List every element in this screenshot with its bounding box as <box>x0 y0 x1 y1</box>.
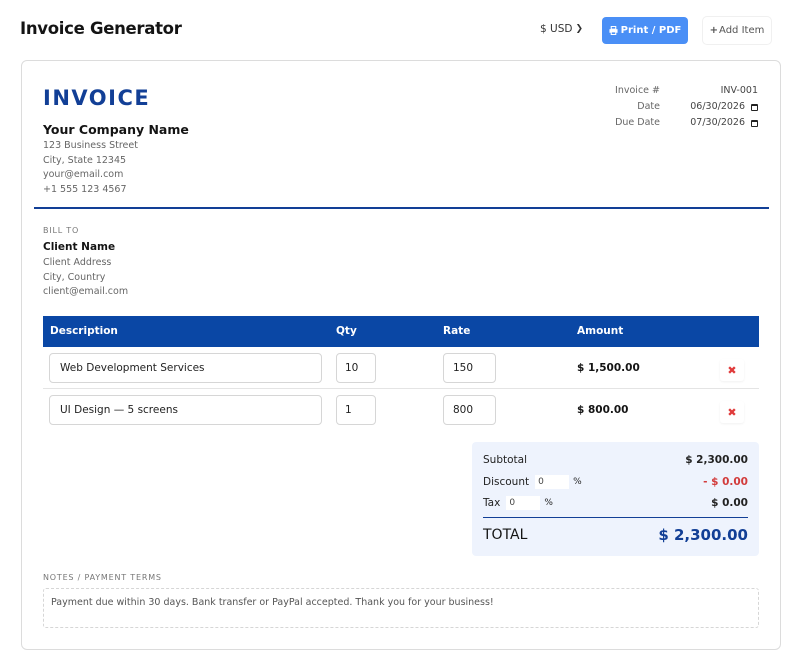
invoice-number-field[interactable]: INV-001 <box>670 83 758 99</box>
rate-input[interactable]: 800 <box>443 395 496 425</box>
app-title: Invoice Generator <box>20 19 182 38</box>
qty-input[interactable]: 10 <box>336 353 376 383</box>
close-icon: ✖ <box>727 405 737 419</box>
due-date-label: Due Date <box>615 117 660 128</box>
company-email[interactable]: your@email.com <box>43 168 138 183</box>
printer-icon <box>609 26 618 35</box>
subtotal-row: Subtotal $ 2,300.00 <box>483 454 748 466</box>
column-header-amount: Amount <box>577 325 624 337</box>
invoice-number-label: Invoice # <box>615 85 660 96</box>
date-label: Date <box>637 101 660 112</box>
invoice-title: INVOICE <box>43 86 151 110</box>
notes-textarea[interactable]: Payment due within 30 days. Bank transfe… <box>43 588 759 628</box>
column-header-description: Description <box>50 325 118 337</box>
client-name[interactable]: Client Name <box>43 241 115 253</box>
discount-label: Discount <box>483 476 530 488</box>
tax-row: Tax 0 % $ 0.00 <box>483 496 748 510</box>
row-amount: $ 1,500.00 <box>577 362 640 374</box>
bill-to-label: BILL TO <box>43 226 80 235</box>
plus-icon: + <box>709 25 719 36</box>
invoice-meta-labels: Invoice # Date Due Date <box>592 83 660 131</box>
company-details: 123 Business Street City, State 12345 yo… <box>43 139 138 197</box>
discount-row: Discount 0 % - $ 0.00 <box>483 475 748 489</box>
total-value: $ 2,300.00 <box>658 526 748 544</box>
tax-percent-input[interactable]: 0 <box>506 496 541 510</box>
table-row: Web Development Services 10 150 $ 1,500.… <box>43 347 759 389</box>
print-pdf-button[interactable]: Print / PDF <box>602 17 688 44</box>
add-item-button[interactable]: + Add Item <box>703 17 771 44</box>
calendar-icon[interactable] <box>751 119 758 127</box>
remove-row-button[interactable]: ✖ <box>720 401 744 423</box>
company-city[interactable]: City, State 12345 <box>43 154 138 169</box>
remove-row-button[interactable]: ✖ <box>720 359 744 381</box>
items-table-header: Description Qty Rate Amount <box>43 316 759 347</box>
date-value: 06/30/2026 <box>690 101 745 112</box>
totals-divider <box>483 517 748 518</box>
table-row: UI Design — 5 screens 1 800 $ 800.00 ✖ <box>43 389 759 431</box>
rate-input[interactable]: 150 <box>443 353 496 383</box>
header-divider <box>34 207 769 209</box>
company-name[interactable]: Your Company Name <box>43 122 189 137</box>
close-icon: ✖ <box>727 363 737 377</box>
discount-value: - $ 0.00 <box>703 476 748 488</box>
client-details: Client Address City, Country client@emai… <box>43 256 128 300</box>
column-header-qty: Qty <box>336 325 357 337</box>
discount-percent-input[interactable]: 0 <box>535 475 570 489</box>
date-field[interactable]: 06/30/2026 <box>670 99 758 115</box>
subtotal-label: Subtotal <box>483 454 527 466</box>
notes-label: NOTES / PAYMENT TERMS <box>43 573 162 582</box>
subtotal-value: $ 2,300.00 <box>685 454 748 466</box>
total-label: TOTAL <box>483 527 528 543</box>
column-header-rate: Rate <box>443 325 471 337</box>
currency-value: $ USD <box>540 23 573 35</box>
description-input[interactable]: Web Development Services <box>49 353 322 383</box>
due-date-field[interactable]: 07/30/2026 <box>670 115 758 131</box>
add-item-label: Add Item <box>719 25 765 36</box>
due-date-value: 07/30/2026 <box>690 117 745 128</box>
client-city[interactable]: City, Country <box>43 271 128 286</box>
invoice-card: INVOICE Your Company Name 123 Business S… <box>21 60 781 650</box>
company-street[interactable]: 123 Business Street <box>43 139 138 154</box>
invoice-meta-values: INV-001 06/30/2026 07/30/2026 <box>670 83 758 131</box>
tax-percent-sign: % <box>544 498 553 508</box>
client-email[interactable]: client@email.com <box>43 285 128 300</box>
tax-value: $ 0.00 <box>711 497 748 509</box>
invoice-number-value: INV-001 <box>720 85 758 96</box>
client-address[interactable]: Client Address <box>43 256 128 271</box>
qty-input[interactable]: 1 <box>336 395 376 425</box>
chevron-down-icon: ❯ <box>575 24 584 34</box>
currency-select[interactable]: $ USD ❯ <box>540 23 583 35</box>
description-input[interactable]: UI Design — 5 screens <box>49 395 322 425</box>
company-phone[interactable]: +1 555 123 4567 <box>43 183 138 198</box>
total-row: TOTAL $ 2,300.00 <box>483 526 748 544</box>
discount-percent-sign: % <box>573 477 582 487</box>
tax-label: Tax <box>483 497 501 509</box>
totals-panel: Subtotal $ 2,300.00 Discount 0 % - $ 0.0… <box>472 442 759 556</box>
row-amount: $ 800.00 <box>577 404 629 416</box>
calendar-icon[interactable] <box>751 103 758 111</box>
print-pdf-label: Print / PDF <box>620 25 682 36</box>
